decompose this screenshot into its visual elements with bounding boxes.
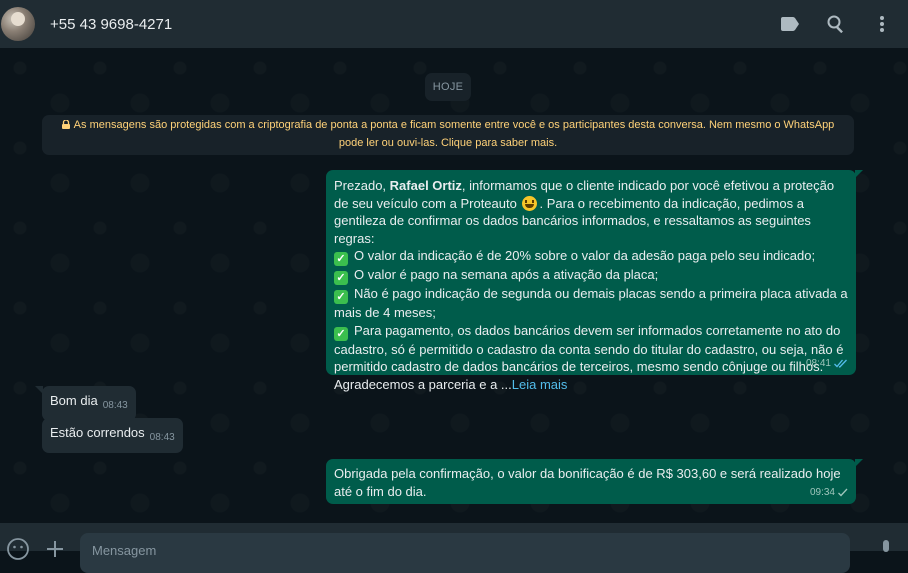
message-input[interactable]: Mensagem (80, 533, 850, 573)
incoming-message[interactable]: Estão correndos 08:43 (42, 418, 183, 453)
menu-icon[interactable] (870, 12, 894, 36)
attach-plus-icon[interactable] (43, 537, 67, 561)
message-time: 08:43 (149, 432, 175, 443)
rule-text: Não é pago indicação de segunda ou demai… (334, 286, 848, 320)
message-bold-name: Rafael Ortiz (389, 178, 462, 193)
rule-text: O valor é pago na semana após a ativação… (354, 267, 659, 282)
emoji-icon[interactable] (6, 537, 30, 561)
message-text: Estão correndos (50, 425, 145, 440)
encryption-notice-line2: pode ler ou ouvi-las. Clique para saber … (338, 137, 558, 149)
date-chip: HOJE (425, 73, 471, 101)
chat-area[interactable]: HOJE As mensagens são protegidas com a c… (0, 48, 908, 523)
rule-text: Para pagamento, os dados bancários devem… (334, 322, 844, 375)
encryption-notice[interactable]: As mensagens são protegidas com a cripto… (42, 115, 854, 155)
message-time: 08:41 (805, 357, 831, 369)
chat-header: +55 43 9698-4271 (0, 0, 908, 48)
search-icon[interactable] (824, 12, 848, 36)
contact-avatar[interactable] (1, 7, 35, 41)
composer-bar: Mensagem (0, 523, 908, 573)
outgoing-message[interactable]: Obrigada pela confirmação, o valor da bo… (326, 459, 863, 504)
message-time: 09:34 (809, 486, 835, 498)
labels-icon[interactable] (778, 12, 802, 36)
check-mark-emoji-icon: ✓ (334, 290, 348, 304)
check-mark-emoji-icon: ✓ (334, 252, 348, 266)
message-meta: 08:41 (806, 355, 848, 373)
message-text: Bom dia (50, 393, 98, 408)
microphone-icon[interactable] (874, 537, 898, 561)
contact-name[interactable]: +55 43 9698-4271 (50, 16, 172, 33)
encryption-notice-line1: As mensagens são protegidas com a cripto… (73, 119, 835, 131)
incoming-message[interactable]: Bom dia 08:43 (35, 386, 136, 421)
check-mark-emoji-icon: ✓ (334, 326, 348, 341)
message-text: Agradecemos a parceria e a ... (334, 376, 512, 392)
message-text: Prezado, (334, 178, 390, 193)
grinning-face-emoji-icon (522, 195, 538, 211)
single-check-icon (838, 488, 848, 497)
check-mark-emoji-icon: ✓ (334, 271, 348, 285)
header-actions (778, 0, 894, 48)
double-check-icon (834, 359, 848, 368)
outgoing-message[interactable]: Prezado, Rafael Ortiz, informamos que o … (326, 170, 863, 392)
rule-text: O valor da indicação é de 20% sobre o va… (354, 248, 816, 263)
message-text: Obrigada pela confirmação, o valor da bo… (334, 466, 841, 499)
lock-icon (61, 117, 70, 129)
read-more-link[interactable]: Leia mais (512, 377, 568, 392)
message-meta: 09:34 (810, 484, 848, 502)
message-time: 08:43 (102, 400, 128, 411)
